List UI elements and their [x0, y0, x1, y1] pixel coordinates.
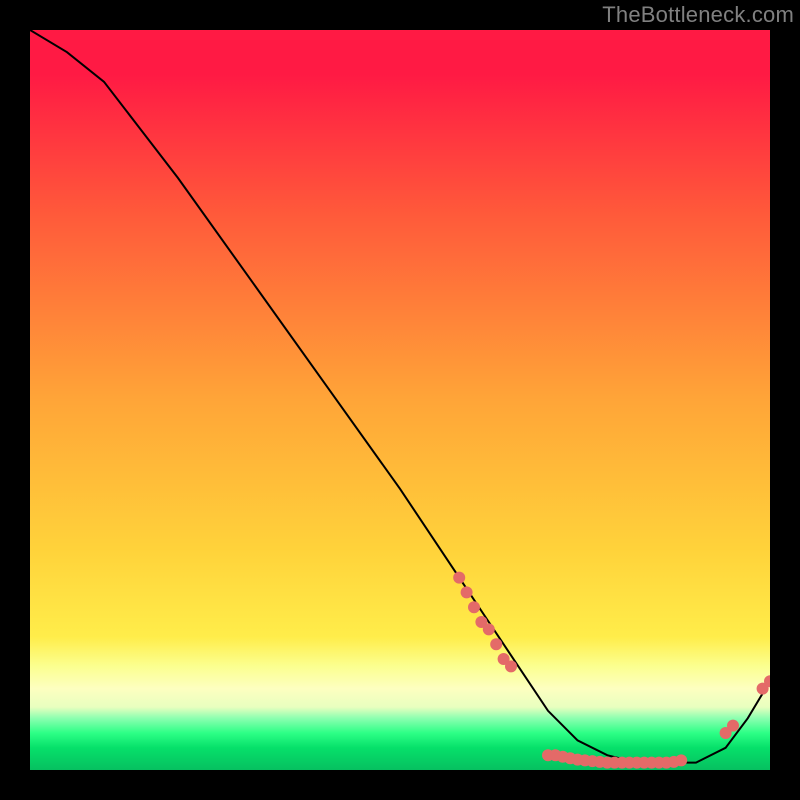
marker-layer [453, 572, 770, 769]
chart-svg [30, 30, 770, 770]
data-marker [483, 623, 495, 635]
data-marker [727, 720, 739, 732]
data-marker [505, 660, 517, 672]
data-marker [461, 586, 473, 598]
data-marker [468, 601, 480, 613]
watermark-text: TheBottleneck.com [602, 2, 794, 28]
data-marker [675, 754, 687, 766]
chart-frame: TheBottleneck.com [0, 0, 800, 800]
data-marker [453, 572, 465, 584]
bottleneck-curve [30, 30, 770, 763]
plot-area [30, 30, 770, 770]
data-marker [490, 638, 502, 650]
